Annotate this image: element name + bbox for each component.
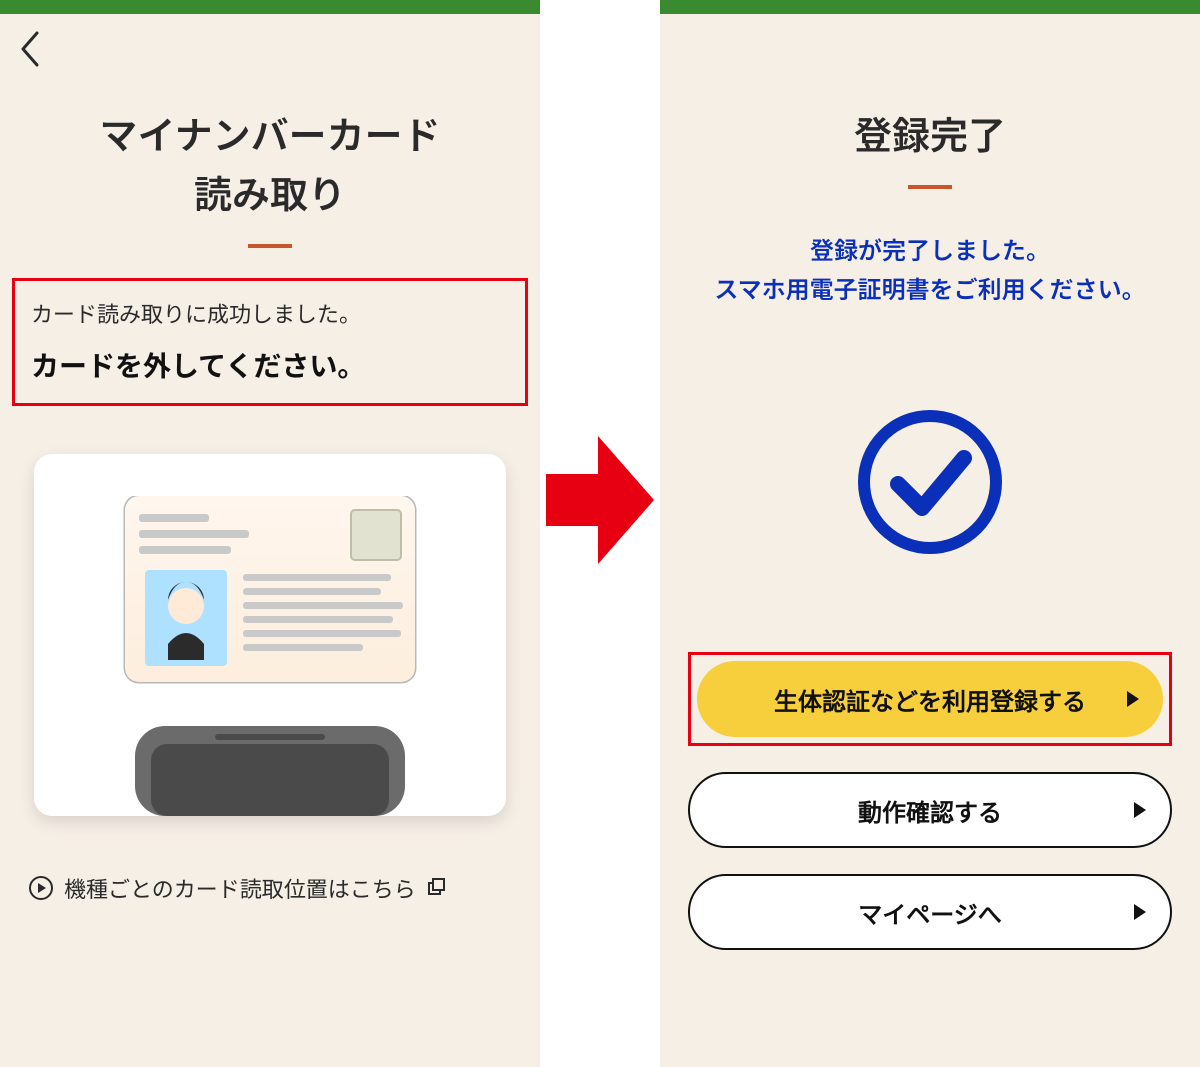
play-circle-icon xyxy=(28,875,54,901)
back-icon[interactable] xyxy=(18,31,44,67)
button-column: 生体認証などを利用登録する 動作確認する マイページへ xyxy=(660,652,1200,950)
button-label: マイページへ xyxy=(858,895,1002,930)
info-line-1: 登録が完了しました。 xyxy=(810,231,1050,266)
title-divider xyxy=(248,244,292,248)
status-line-1: カード読み取りに成功しました。 xyxy=(31,297,509,329)
screen-complete: 登録完了 登録が完了しました。 スマホ用電子証明書をご利用ください。 生体認証な… xyxy=(660,0,1200,1067)
chevron-right-icon xyxy=(1134,802,1146,818)
highlighted-button-wrap: 生体認証などを利用登録する xyxy=(688,652,1172,746)
page-title: 登録完了 xyxy=(660,84,1200,219)
header-row xyxy=(660,14,1200,84)
screens-gap xyxy=(540,0,660,1067)
card-scan-illustration xyxy=(34,454,506,816)
chevron-right-icon xyxy=(1127,691,1139,707)
title-line-2: 読み取り xyxy=(194,164,346,219)
card-position-link[interactable]: 機種ごとのカード読取位置はこちら xyxy=(0,872,540,904)
title-text: 登録完了 xyxy=(854,105,1006,160)
button-wrap: 動作確認する xyxy=(688,772,1172,848)
button-label: 生体認証などを利用登録する xyxy=(774,682,1086,717)
transition-arrow-icon xyxy=(546,436,654,564)
top-bar xyxy=(660,0,1200,14)
screen-card-read: マイナンバーカード 読み取り カード読み取りに成功しました。 カードを外してくだ… xyxy=(0,0,540,1067)
page-title: マイナンバーカード 読み取り xyxy=(0,84,540,278)
mypage-button[interactable]: マイページへ xyxy=(688,874,1172,950)
link-text: 機種ごとのカード読取位置はこちら xyxy=(64,872,416,904)
info-line-2: スマホ用電子証明書をご利用ください。 xyxy=(714,270,1145,305)
title-line-1: マイナンバーカード xyxy=(99,105,440,160)
check-circle-icon xyxy=(660,404,1200,560)
status-message-box: カード読み取りに成功しました。 カードを外してください。 xyxy=(12,278,528,406)
register-biometrics-button[interactable]: 生体認証などを利用登録する xyxy=(697,661,1163,737)
top-bar xyxy=(0,0,540,14)
button-wrap: マイページへ xyxy=(688,874,1172,950)
status-line-2: カードを外してください。 xyxy=(31,345,509,385)
chevron-right-icon xyxy=(1134,904,1146,920)
completion-message: 登録が完了しました。 スマホ用電子証明書をご利用ください。 xyxy=(660,229,1200,308)
header-row xyxy=(0,14,540,84)
button-label: 動作確認する xyxy=(858,793,1002,828)
external-link-icon xyxy=(426,872,446,904)
check-operation-button[interactable]: 動作確認する xyxy=(688,772,1172,848)
title-divider xyxy=(908,185,952,189)
